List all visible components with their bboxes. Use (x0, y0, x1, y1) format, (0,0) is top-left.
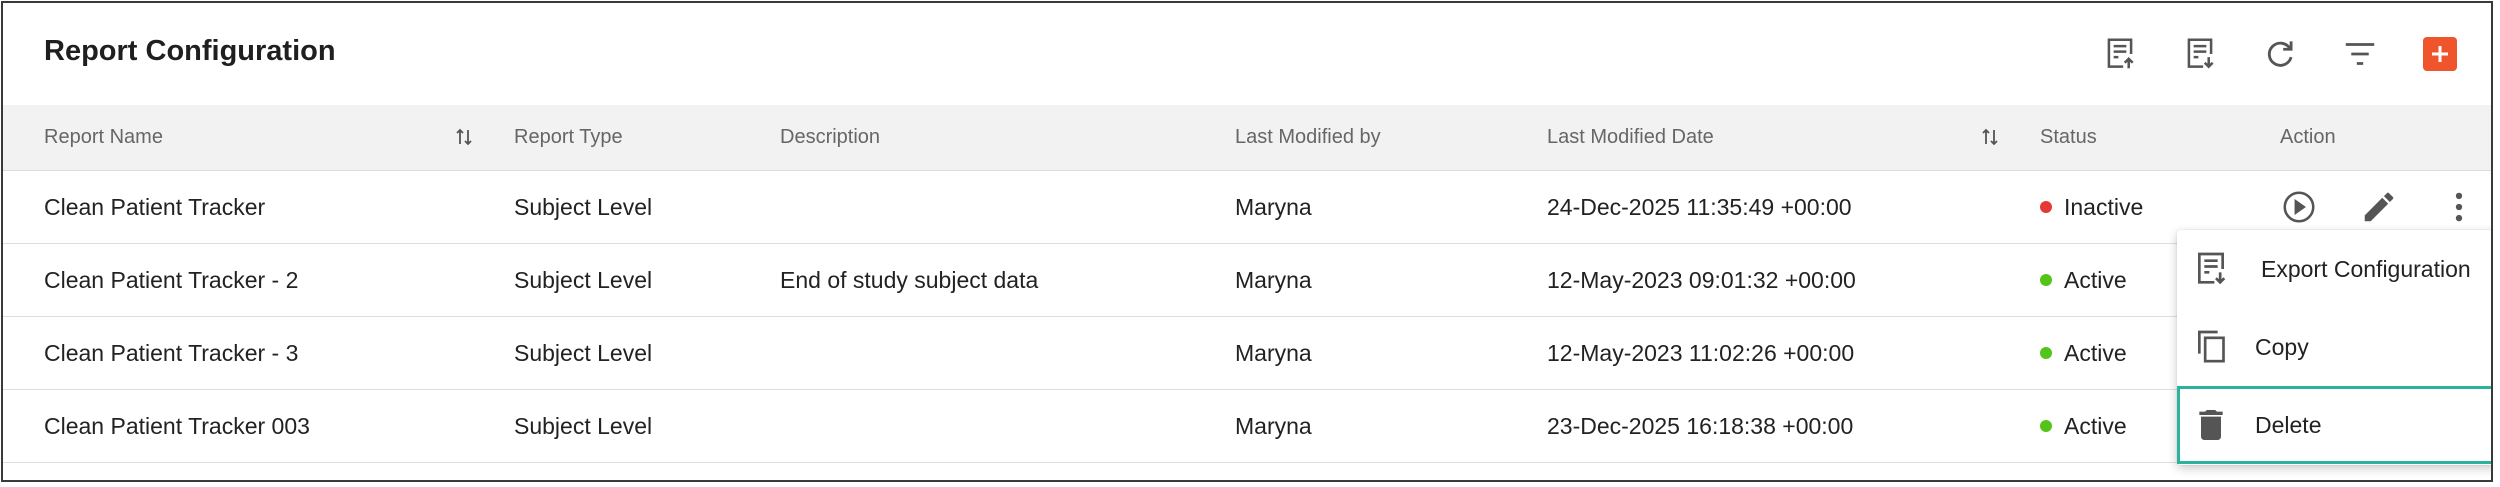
sort-icon[interactable] (1978, 125, 2002, 149)
report-name-cell: Clean Patient Tracker (44, 194, 266, 220)
menu-item-export-configuration[interactable]: Export Configuration (2177, 230, 2491, 308)
report-name-cell: Clean Patient Tracker 003 (44, 413, 310, 439)
modified-date-cell: 12-May-2023 11:02:26 +00:00 (1547, 340, 1855, 366)
filter-icon[interactable] (2337, 31, 2383, 77)
copy-icon (2198, 330, 2225, 363)
status-dot (2040, 419, 2052, 432)
modified-by-cell: Maryna (1235, 194, 1312, 220)
modified-date-cell: 23-Dec-2025 16:18:38 +00:00 (1547, 413, 1854, 439)
menu-item-copy[interactable]: Copy (2177, 308, 2491, 386)
status-label: Active (2064, 340, 2127, 366)
table-row[interactable]: Clean Patient Tracker - 3 Subject Level … (3, 317, 2491, 390)
status-badge: Active (2040, 244, 2127, 316)
table-row[interactable]: Clean Patient Tracker - 2 Subject Level … (3, 244, 2491, 317)
menu-item-label: Copy (2255, 334, 2309, 360)
column-status: Status (2040, 126, 2097, 148)
menu-item-delete[interactable]: Delete (2177, 386, 2491, 464)
column-last-modified-date: Last Modified Date (1547, 126, 1714, 148)
status-badge: Inactive (2040, 171, 2143, 243)
row-action-menu: Export Configuration Copy Delete (2177, 230, 2491, 465)
report-name-cell: Clean Patient Tracker - 3 (44, 340, 299, 366)
report-type-cell: Subject Level (514, 340, 653, 366)
report-name-cell: Clean Patient Tracker - 2 (44, 267, 299, 293)
add-button[interactable] (2417, 31, 2463, 77)
menu-item-label: Export Configuration (2261, 256, 2471, 282)
table-header: Report Name Report Type Description Last… (3, 105, 2491, 171)
status-label: Active (2064, 267, 2127, 293)
toolbar (3, 31, 2491, 81)
run-icon[interactable] (2279, 187, 2319, 227)
add-icon (2423, 37, 2457, 71)
export-icon[interactable] (2177, 31, 2223, 77)
modified-by-cell: Maryna (1235, 267, 1312, 293)
edit-icon[interactable] (2359, 187, 2399, 227)
modified-by-cell: Maryna (1235, 340, 1312, 366)
report-configuration-panel: Report Configuration Report Name Report … (1, 1, 2493, 482)
status-dot (2040, 273, 2052, 286)
trash-icon (2199, 410, 2223, 440)
status-label: Inactive (2064, 194, 2144, 220)
modified-date-cell: 24-Dec-2025 11:35:49 +00:00 (1547, 194, 1852, 220)
modified-date-cell: 12-May-2023 09:01:32 +00:00 (1547, 267, 1856, 293)
description-cell: End of study subject data (780, 267, 1039, 293)
status-badge: Active (2040, 390, 2127, 462)
column-description: Description (780, 126, 881, 148)
column-report-type: Report Type (514, 126, 623, 148)
status-dot (2040, 346, 2052, 359)
status-dot (2040, 200, 2052, 213)
table-row[interactable]: Clean Patient Tracker Subject Level Mary… (3, 171, 2491, 244)
export-icon (2198, 252, 2226, 285)
import-icon[interactable] (2097, 31, 2143, 77)
status-label: Active (2064, 413, 2127, 439)
table-row[interactable]: Clean Patient Tracker 003 Subject Level … (3, 390, 2491, 463)
report-type-cell: Subject Level (514, 413, 653, 439)
more-vertical-icon[interactable] (2439, 187, 2479, 227)
report-type-cell: Subject Level (514, 194, 653, 220)
report-type-cell: Subject Level (514, 267, 653, 293)
sort-icon[interactable] (452, 125, 476, 149)
status-badge: Active (2040, 317, 2127, 389)
refresh-icon[interactable] (2257, 31, 2303, 77)
column-last-modified-by: Last Modified by (1235, 126, 1381, 148)
modified-by-cell: Maryna (1235, 413, 1312, 439)
menu-item-label: Delete (2255, 412, 2322, 438)
column-action: Action (2280, 126, 2336, 148)
column-report-name: Report Name (44, 126, 163, 148)
